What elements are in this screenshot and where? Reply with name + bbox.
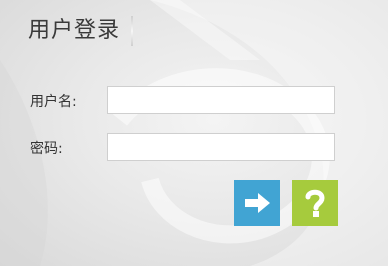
username-label: 用户名: bbox=[30, 94, 77, 110]
username-input[interactable] bbox=[107, 86, 335, 114]
question-mark-icon bbox=[305, 189, 325, 217]
login-submit-button[interactable] bbox=[234, 180, 280, 226]
page-title: 用户登录 bbox=[28, 18, 121, 43]
password-label: 密码: bbox=[30, 141, 63, 157]
help-button[interactable] bbox=[292, 180, 338, 226]
password-input[interactable] bbox=[107, 133, 335, 161]
arrow-right-icon bbox=[245, 193, 270, 213]
title-divider bbox=[131, 16, 133, 46]
login-panel: 用户登录 用户名: 密码: bbox=[0, 0, 388, 266]
